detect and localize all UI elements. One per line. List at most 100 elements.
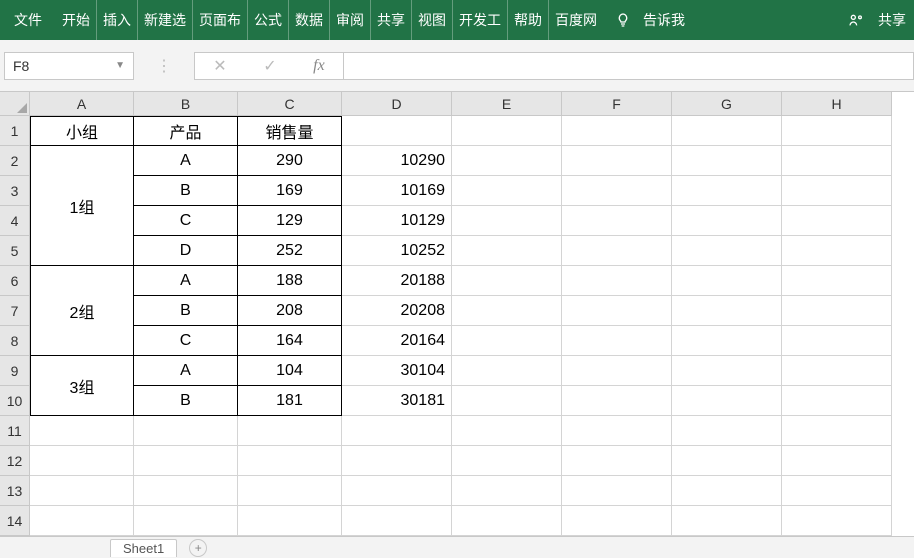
cell[interactable] <box>562 326 672 356</box>
column-header[interactable]: F <box>562 92 672 116</box>
cell[interactable] <box>672 356 782 386</box>
cell[interactable]: 10252 <box>342 236 452 266</box>
cell[interactable] <box>452 356 562 386</box>
cell[interactable] <box>452 386 562 416</box>
column-header[interactable]: C <box>238 92 342 116</box>
cell[interactable] <box>134 446 238 476</box>
cell[interactable] <box>562 116 672 146</box>
share-label[interactable]: 共享 <box>878 10 906 30</box>
cell[interactable]: 1组 <box>30 146 134 266</box>
cell[interactable] <box>672 476 782 506</box>
cell[interactable] <box>782 296 892 326</box>
cell[interactable] <box>452 296 562 326</box>
cell[interactable] <box>672 446 782 476</box>
cell[interactable] <box>30 446 134 476</box>
cell[interactable] <box>782 266 892 296</box>
cell[interactable] <box>562 356 672 386</box>
cell[interactable]: 10129 <box>342 206 452 236</box>
formula-input[interactable] <box>344 52 914 80</box>
cell[interactable]: 169 <box>238 176 342 206</box>
cell[interactable] <box>782 146 892 176</box>
cell[interactable] <box>452 116 562 146</box>
cell[interactable]: A <box>134 266 238 296</box>
file-menu[interactable]: 文件 <box>0 0 56 40</box>
cell[interactable] <box>562 266 672 296</box>
cell[interactable] <box>672 296 782 326</box>
cell[interactable] <box>238 416 342 446</box>
column-header[interactable]: B <box>134 92 238 116</box>
row-header[interactable]: 8 <box>0 326 30 356</box>
cell[interactable] <box>782 506 892 536</box>
cell[interactable]: 20188 <box>342 266 452 296</box>
cell[interactable] <box>672 326 782 356</box>
row-header[interactable]: 11 <box>0 416 30 446</box>
ribbon-tab[interactable]: 视图 <box>412 0 453 40</box>
row-header[interactable]: 12 <box>0 446 30 476</box>
cell[interactable]: 小组 <box>30 116 134 146</box>
cell[interactable] <box>562 506 672 536</box>
cell[interactable] <box>452 416 562 446</box>
cell[interactable] <box>452 206 562 236</box>
cell[interactable] <box>672 386 782 416</box>
cell[interactable] <box>562 176 672 206</box>
cell[interactable]: 2组 <box>30 266 134 356</box>
cell[interactable] <box>562 416 672 446</box>
select-all-triangle[interactable] <box>0 92 30 116</box>
cell[interactable]: 252 <box>238 236 342 266</box>
chevron-down-icon[interactable]: ▼ <box>115 60 125 71</box>
cell[interactable] <box>452 506 562 536</box>
cell[interactable] <box>452 146 562 176</box>
cell[interactable]: 10290 <box>342 146 452 176</box>
cell[interactable] <box>672 416 782 446</box>
ribbon-tab[interactable]: 共享 <box>371 0 412 40</box>
cell[interactable] <box>238 476 342 506</box>
cell[interactable] <box>452 446 562 476</box>
cell[interactable]: C <box>134 326 238 356</box>
cell[interactable] <box>782 206 892 236</box>
cell[interactable] <box>562 446 672 476</box>
cell[interactable] <box>562 476 672 506</box>
cell[interactable] <box>782 476 892 506</box>
ribbon-tab[interactable]: 百度网 <box>549 0 603 40</box>
cell[interactable] <box>30 476 134 506</box>
cell[interactable] <box>342 446 452 476</box>
cell[interactable]: B <box>134 296 238 326</box>
cell[interactable] <box>562 206 672 236</box>
cell[interactable]: 3组 <box>30 356 134 416</box>
cell[interactable] <box>452 266 562 296</box>
cell[interactable] <box>30 416 134 446</box>
tell-me[interactable]: 告诉我 <box>643 10 685 30</box>
ribbon-tab[interactable]: 插入 <box>97 0 138 40</box>
ribbon-tab[interactable]: 新建选 <box>138 0 193 40</box>
cell[interactable] <box>782 416 892 446</box>
row-header[interactable]: 6 <box>0 266 30 296</box>
column-header[interactable]: H <box>782 92 892 116</box>
cell[interactable] <box>672 266 782 296</box>
cell[interactable] <box>134 476 238 506</box>
enter-icon[interactable]: ✓ <box>263 56 276 76</box>
cell[interactable] <box>782 446 892 476</box>
row-header[interactable]: 7 <box>0 296 30 326</box>
cell[interactable] <box>342 116 452 146</box>
cell[interactable]: 208 <box>238 296 342 326</box>
cell[interactable] <box>342 476 452 506</box>
row-header[interactable]: 14 <box>0 506 30 536</box>
cell[interactable] <box>782 236 892 266</box>
cell[interactable] <box>782 356 892 386</box>
cell[interactable]: 20164 <box>342 326 452 356</box>
cell[interactable] <box>342 506 452 536</box>
cell[interactable] <box>562 386 672 416</box>
ribbon-tab[interactable]: 开发工 <box>453 0 508 40</box>
cell[interactable] <box>672 116 782 146</box>
row-header[interactable]: 1 <box>0 116 30 146</box>
cell[interactable]: 164 <box>238 326 342 356</box>
column-header[interactable]: A <box>30 92 134 116</box>
column-header[interactable]: G <box>672 92 782 116</box>
share-icon[interactable] <box>848 12 864 28</box>
cell[interactable] <box>672 146 782 176</box>
row-header[interactable]: 5 <box>0 236 30 266</box>
sheet-tab[interactable]: Sheet1 <box>110 539 177 557</box>
cell[interactable] <box>672 506 782 536</box>
cancel-icon[interactable]: ✕ <box>213 56 226 76</box>
cell[interactable]: D <box>134 236 238 266</box>
